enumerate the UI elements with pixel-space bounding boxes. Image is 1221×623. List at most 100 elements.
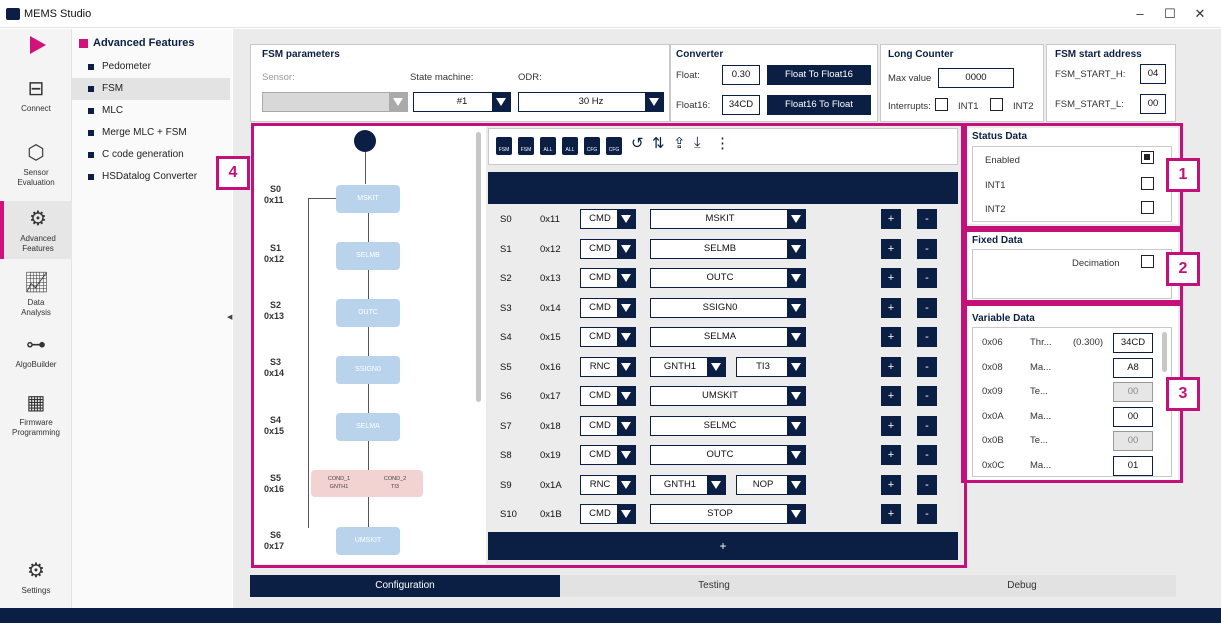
state-type-dropdown[interactable]: CMD	[580, 415, 636, 436]
diagram-state-node[interactable]: SELMB	[336, 242, 400, 270]
sync-icon[interactable]: ⇅	[652, 134, 665, 152]
diagram-state-node[interactable]: SSIGN0	[336, 356, 400, 384]
add-state-after-button[interactable]: +	[881, 386, 901, 406]
diagram-state-node[interactable]: UMSKIT	[336, 527, 400, 555]
rail-item-advanced-features[interactable]: ⚙ Advanced Features	[0, 201, 72, 259]
variable-value-input[interactable]: 34CD	[1113, 333, 1153, 353]
state-machine-dropdown[interactable]: #1	[413, 92, 511, 112]
state-cond2-dropdown[interactable]: TI3	[736, 356, 806, 377]
tab-configuration[interactable]: Configuration	[250, 575, 560, 597]
float-to-float16-button[interactable]: Float To Float16	[767, 65, 871, 85]
feature-item-fsm[interactable]: FSM	[72, 78, 230, 100]
state-id[interactable]: S1	[500, 244, 512, 255]
state-id[interactable]: S5	[500, 362, 512, 373]
add-state-after-button[interactable]: +	[881, 297, 901, 318]
remove-state-button[interactable]: -	[917, 504, 937, 524]
state-type-dropdown[interactable]: CMD	[580, 504, 636, 524]
diagram-state-node[interactable]: SELMA	[336, 413, 400, 441]
state-id[interactable]: S10	[500, 509, 517, 520]
state-command-dropdown[interactable]: OUTC	[650, 268, 806, 288]
state-command-dropdown[interactable]: SELMC	[650, 415, 806, 436]
toolbar-save-all-icon[interactable]: ALL	[562, 137, 578, 155]
rail-item-data-analysis[interactable]: 📈︎ Data Analysis	[0, 269, 72, 319]
remove-state-button[interactable]: -	[917, 238, 937, 259]
remove-state-button[interactable]: -	[917, 268, 937, 288]
toolbar-save-all-icon[interactable]: ALL	[540, 137, 556, 155]
diagram-condition-node[interactable]: COND_1 GNTH1 COND_2 TI3	[311, 470, 423, 497]
remove-state-button[interactable]: -	[917, 445, 937, 465]
remove-state-button[interactable]: -	[917, 209, 937, 229]
upload-icon[interactable]: ⇪	[673, 134, 686, 152]
remove-state-button[interactable]: -	[917, 386, 937, 406]
state-id[interactable]: S8	[500, 450, 512, 461]
state-cond2-dropdown[interactable]: NOP	[736, 474, 806, 495]
state-id[interactable]: S6	[500, 391, 512, 402]
state-cond1-dropdown[interactable]: GNTH1	[650, 356, 726, 377]
float-input[interactable]: 0.30	[722, 65, 760, 85]
state-command-dropdown[interactable]: OUTC	[650, 445, 806, 465]
feature-item-hsdatalog[interactable]: HSDatalog Converter	[72, 166, 230, 188]
start-h-input[interactable]: 04	[1140, 64, 1166, 84]
state-id[interactable]: S3	[500, 303, 512, 314]
state-id[interactable]: S2	[500, 273, 512, 284]
state-type-dropdown[interactable]: CMD	[580, 209, 636, 229]
download-icon[interactable]: ⤓	[694, 134, 701, 151]
rail-item-connect[interactable]: ⊟ Connect	[0, 73, 72, 123]
remove-state-button[interactable]: -	[917, 356, 937, 377]
diagram-state-node[interactable]: MSKIT	[336, 185, 400, 213]
diagram-state-node[interactable]: OUTC	[336, 299, 400, 327]
state-type-dropdown[interactable]: CMD	[580, 238, 636, 259]
remove-state-button[interactable]: -	[917, 415, 937, 436]
state-type-dropdown[interactable]: CMD	[580, 268, 636, 288]
remove-state-button[interactable]: -	[917, 297, 937, 318]
state-type-dropdown[interactable]: CMD	[580, 386, 636, 406]
variable-value-input[interactable]: 01	[1113, 455, 1153, 476]
add-state-after-button[interactable]: +	[881, 415, 901, 436]
run-icon[interactable]	[30, 36, 46, 54]
remove-state-button[interactable]: -	[917, 327, 937, 347]
state-type-dropdown[interactable]: RNC	[580, 474, 636, 495]
state-type-dropdown[interactable]: CMD	[580, 297, 636, 318]
variable-value-input[interactable]: 00	[1113, 406, 1153, 427]
toolbar-save-fsm-icon[interactable]: FSM	[518, 137, 534, 155]
maximize-button[interactable]: ☐	[1160, 6, 1180, 22]
state-id[interactable]: S9	[500, 480, 512, 491]
sensor-dropdown[interactable]	[262, 92, 408, 112]
feature-item-mlc[interactable]: MLC	[72, 100, 230, 122]
rail-item-settings[interactable]: ⚙ Settings	[0, 557, 72, 603]
feature-item-ccode[interactable]: C code generation	[72, 144, 230, 166]
refresh-icon[interactable]: ↺	[631, 134, 644, 152]
state-command-dropdown[interactable]: STOP	[650, 504, 806, 524]
int2-checkbox[interactable]	[990, 98, 1003, 111]
tab-testing[interactable]: Testing	[560, 575, 868, 597]
float16-to-float-button[interactable]: Float16 To Float	[767, 95, 871, 115]
add-state-after-button[interactable]: +	[881, 268, 901, 288]
minimize-button[interactable]: –	[1130, 6, 1150, 22]
add-state-after-button[interactable]: +	[881, 474, 901, 495]
rail-item-sensor-evaluation[interactable]: ⬡ Sensor Evaluation	[0, 137, 72, 187]
state-command-dropdown[interactable]: SELMB	[650, 238, 806, 259]
state-id[interactable]: S4	[500, 332, 512, 343]
close-button[interactable]: ✕	[1190, 6, 1210, 22]
feature-item-merge[interactable]: Merge MLC + FSM	[72, 122, 230, 144]
start-l-input[interactable]: 00	[1140, 94, 1166, 114]
toolbar-save-cfg-icon[interactable]: CFG	[584, 137, 600, 155]
int1-checkbox[interactable]	[935, 98, 948, 111]
odr-dropdown[interactable]: 30 Hz	[518, 92, 664, 112]
state-cond1-dropdown[interactable]: GNTH1	[650, 474, 726, 495]
add-state-after-button[interactable]: +	[881, 327, 901, 347]
add-state-after-button[interactable]: +	[881, 238, 901, 259]
state-type-dropdown[interactable]: CMD	[580, 445, 636, 465]
state-id[interactable]: S7	[500, 421, 512, 432]
variable-value-input[interactable]: A8	[1113, 357, 1153, 378]
collapse-icon[interactable]: ◀	[227, 313, 232, 321]
state-command-dropdown[interactable]: SELMA	[650, 327, 806, 347]
state-type-dropdown[interactable]: RNC	[580, 356, 636, 377]
toolbar-save-cfg-icon[interactable]: CFG	[606, 137, 622, 155]
state-id[interactable]: S0	[500, 214, 512, 225]
rail-item-firmware-programming[interactable]: ▦ Firmware Programming	[0, 389, 72, 439]
add-state-after-button[interactable]: +	[881, 356, 901, 377]
remove-state-button[interactable]: -	[917, 474, 937, 495]
add-state-after-button[interactable]: +	[881, 209, 901, 229]
state-command-dropdown[interactable]: UMSKIT	[650, 386, 806, 406]
